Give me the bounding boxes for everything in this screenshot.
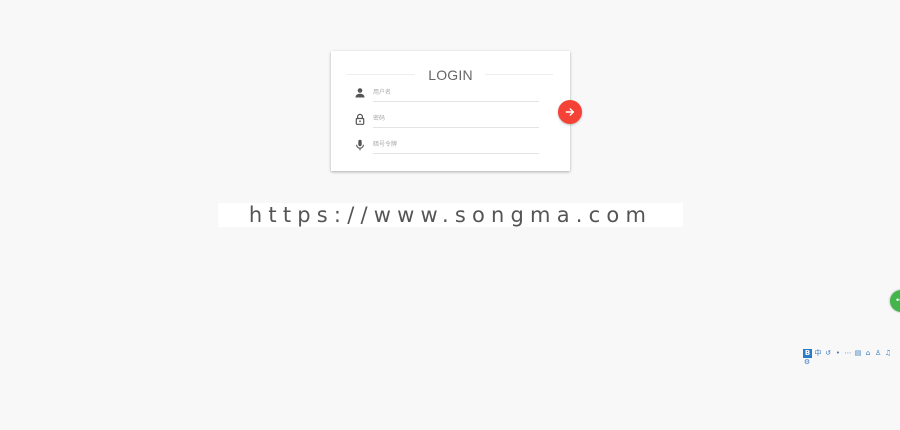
ime-item[interactable]: ⋯ bbox=[844, 349, 852, 358]
ime-item[interactable]: ↺ bbox=[824, 349, 832, 358]
watermark-text: https://www.songma.com bbox=[248, 203, 653, 227]
title-divider-right bbox=[485, 74, 553, 75]
watermark-banner: https://www.songma.com bbox=[218, 203, 683, 227]
ime-logo-icon[interactable]: B bbox=[803, 349, 812, 358]
ime-item[interactable]: ▤ bbox=[854, 349, 862, 358]
arrow-right-icon bbox=[565, 108, 575, 116]
ime-item[interactable]: 中 bbox=[814, 349, 822, 358]
ime-item[interactable]: • bbox=[834, 349, 842, 358]
ime-item[interactable]: ♙ bbox=[874, 349, 882, 358]
code-field bbox=[353, 136, 539, 156]
dots-icon: ••• bbox=[896, 295, 900, 305]
login-title: LOGIN bbox=[428, 67, 473, 83]
page: LOGIN 用户名 暗号令牌 https://www.songma.com • … bbox=[0, 0, 900, 430]
lock-icon bbox=[353, 112, 367, 126]
login-card: LOGIN bbox=[331, 51, 570, 171]
username-input[interactable] bbox=[373, 84, 539, 102]
ime-item[interactable]: ⚙ bbox=[803, 358, 811, 367]
username-field bbox=[353, 84, 539, 104]
password-input[interactable] bbox=[373, 110, 539, 128]
password-field bbox=[353, 110, 539, 130]
code-input[interactable] bbox=[373, 136, 539, 154]
user-icon bbox=[353, 86, 367, 100]
ime-item[interactable]: ♫ bbox=[884, 349, 892, 358]
login-title-row: LOGIN bbox=[331, 65, 570, 85]
floating-service-button[interactable]: ••• bbox=[890, 290, 900, 312]
microphone-icon bbox=[353, 138, 367, 152]
ime-item[interactable]: ⌂ bbox=[864, 349, 872, 358]
ime-toolbar: B 中 ↺ • ⋯ ▤ ⌂ ♙ ♫ ⚙ bbox=[803, 349, 900, 366]
login-submit-button[interactable] bbox=[558, 100, 582, 124]
